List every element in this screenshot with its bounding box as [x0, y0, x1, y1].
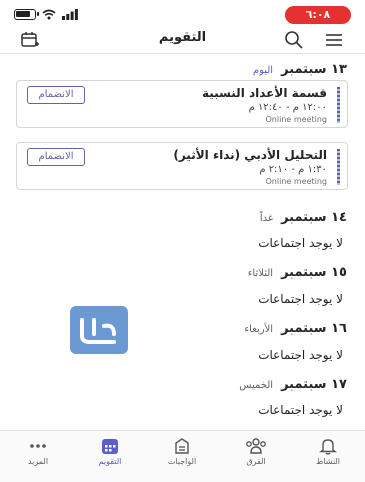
nav-item-more[interactable]: المزيد: [13, 437, 63, 466]
battery-icon: [14, 8, 39, 20]
nav-label: المزيد: [27, 457, 49, 466]
event-card[interactable]: قسمة الأعداد النسبية ١٢:٠٠ م - ١٢:٤٠ م O…: [16, 80, 348, 128]
event-type: Online meeting: [265, 115, 328, 124]
calendar-icon: [102, 439, 118, 454]
event-color-stripe: [337, 149, 340, 185]
calendar-agenda: ١٣ سبتمبر اليوم قسمة الأعداد النسبية ١٢:…: [0, 56, 365, 430]
top-bar: التقويم: [0, 28, 365, 54]
assignments-icon: [175, 438, 189, 454]
no-meetings-text: لا يوجد اجتماعات: [258, 348, 343, 362]
day-header: ١٥ سبتمبر الثلاثاء: [248, 265, 347, 280]
nav-item-assignments[interactable]: الواجبات: [157, 437, 207, 466]
day-header: ١٧ سبتمبر الخميس: [239, 377, 347, 392]
nav-label: الواجبات: [167, 457, 197, 466]
day-header: ١٤ سبتمبر غداً: [260, 210, 347, 225]
bell-icon: [318, 439, 338, 455]
no-meetings-text: لا يوجد اجتماعات: [258, 292, 343, 306]
event-type: Online meeting: [265, 177, 328, 186]
status-icons: [14, 7, 78, 21]
no-meetings-text: لا يوجد اجتماعات: [258, 403, 343, 417]
day-header: ١٦ سبتمبر الأربعاء: [244, 321, 347, 336]
event-time: ١٢:٠٠ م - ١٢:٤٠ م: [248, 102, 327, 113]
day-subtitle: اليوم: [252, 65, 274, 76]
event-time: ١:٣٠ م - ٢:١٠ م: [259, 164, 327, 175]
day-date: ١٥ سبتمبر: [281, 265, 347, 280]
no-meetings-text: لا يوجد اجتماعات: [258, 236, 343, 250]
more-icon: [30, 444, 46, 448]
day-date: ١٦ سبتمبر: [281, 321, 347, 336]
nav-item-activity[interactable]: النشاط: [303, 437, 353, 466]
event-color-stripe: [337, 87, 340, 123]
day-subtitle: غداً: [259, 213, 274, 224]
teams-icon: [246, 438, 266, 454]
nav-item-teams[interactable]: الفرق: [231, 437, 281, 466]
nav-item-calendar[interactable]: التقويم: [85, 437, 135, 466]
bottom-nav: النشاط الفرق الواجبات التقويم المزيد: [0, 430, 365, 482]
nav-label: التقويم: [98, 457, 122, 466]
wifi-icon: [42, 9, 56, 19]
search-icon[interactable]: [284, 30, 304, 50]
status-time: ٦:٠٨: [285, 6, 351, 24]
signal-icon: [62, 8, 78, 20]
event-title: قسمة الأعداد النسبية: [202, 86, 327, 100]
day-header-today: ١٣ سبتمبر اليوم: [253, 62, 347, 77]
day-date: ١٣ سبتمبر: [281, 62, 347, 77]
day-date: ١٤ سبتمبر: [281, 210, 347, 225]
nav-label: الفرق: [246, 457, 266, 466]
status-bar: ٦:٠٨: [0, 0, 365, 28]
day-subtitle: الخميس: [239, 380, 274, 391]
page-title: التقويم: [158, 30, 207, 45]
event-card[interactable]: التحليل الأدبي (نداء الأثير) ١:٣٠ م - ٢:…: [16, 142, 348, 190]
day-subtitle: الثلاثاء: [247, 268, 274, 279]
event-title: التحليل الأدبي (نداء الأثير): [173, 148, 327, 162]
nav-label: النشاط: [315, 457, 341, 466]
day-date: ١٧ سبتمبر: [281, 377, 347, 392]
join-button[interactable]: الانضمام: [27, 86, 85, 104]
menu-icon[interactable]: [324, 30, 344, 50]
join-button[interactable]: الانضمام: [27, 148, 85, 166]
day-subtitle: الأربعاء: [244, 324, 274, 335]
watermark-logo: [70, 306, 128, 354]
